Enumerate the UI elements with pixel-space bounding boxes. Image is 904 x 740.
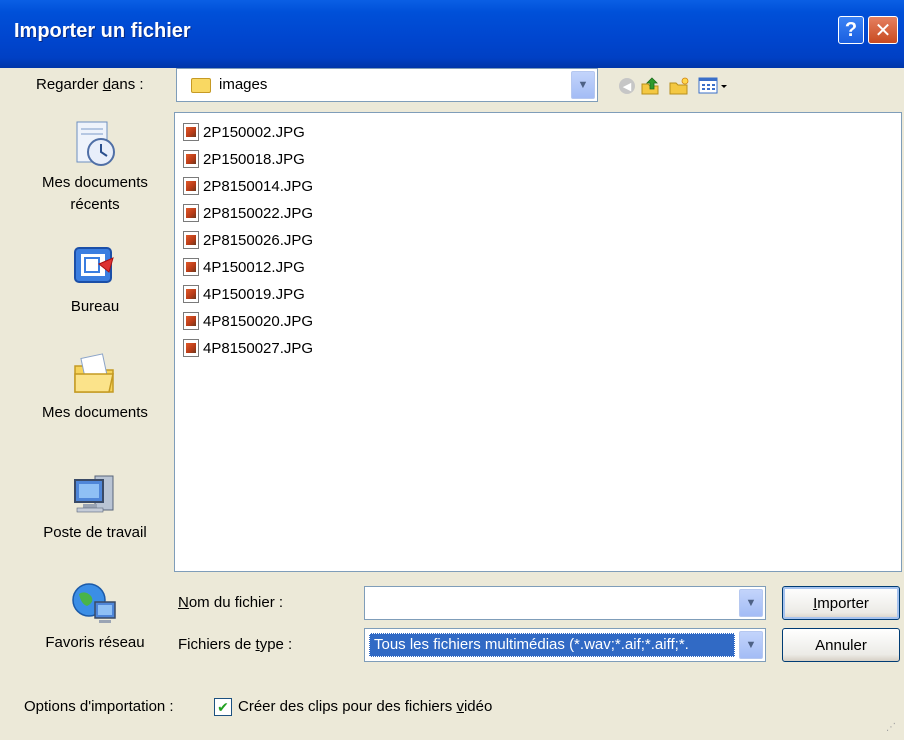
file-list[interactable]: 2P150002.JPG 2P150018.JPG 2P8150014.JPG … [174,112,902,572]
file-name: 2P150018.JPG [203,150,305,168]
lookin-dropdown[interactable]: images ▼ [176,68,598,102]
import-button[interactable]: Importer [782,586,900,620]
chevron-down-icon[interactable]: ▼ [739,589,763,617]
lookin-label: Regarder dans : [36,76,144,93]
jpg-file-icon [183,339,199,357]
place-label: Poste de travail [43,524,147,541]
jpg-file-icon [183,177,199,195]
file-item[interactable]: 4P8150020.JPG [183,308,313,334]
filename-input[interactable]: ▼ [364,586,766,620]
filename-label-accel: N [178,594,189,611]
place-recent-documents[interactable]: Mes documents récents [24,120,166,216]
lookin-value: images [219,76,268,93]
jpg-file-icon [183,150,199,168]
file-name: 4P8150027.JPG [203,339,314,357]
file-name: 4P150012.JPG [203,258,305,276]
jpg-file-icon [183,231,199,249]
filetype-label-part: ype : [259,636,293,653]
filetype-label-part: Fichiers de [178,636,256,653]
import-label: mporter [817,594,869,612]
lookin-label-part: ans : [111,76,144,93]
place-my-computer[interactable]: Poste de travail [24,470,166,544]
jpg-file-icon [183,312,199,330]
lookin-label-part: Regarder [36,76,103,93]
recent-documents-icon [69,120,121,168]
place-label: Bureau [70,298,120,315]
places-bar: Mes documents récents Bureau Mes documen… [24,110,166,670]
filename-label-part: om du fichier : [188,594,284,611]
filetype-label: Fichiers de type : [178,636,292,653]
file-item[interactable]: 2P150018.JPG [183,146,305,172]
my-computer-icon [69,470,121,518]
network-places-icon [69,580,121,628]
close-button[interactable]: ✕ [868,16,898,44]
import-options-label: Options d'importation : [24,698,174,715]
views-menu-icon[interactable] [698,76,730,96]
jpg-file-icon [183,258,199,276]
create-clips-label-part: idéo [463,698,493,715]
file-item[interactable]: 4P150012.JPG [183,254,305,280]
my-documents-icon [69,350,121,398]
file-item[interactable]: 2P8150026.JPG [183,227,313,253]
place-label: Mes documents récents [42,174,148,213]
close-icon: ✕ [874,19,892,42]
checkmark-icon: ✔ [217,698,229,715]
file-name: 2P8150026.JPG [203,231,314,249]
jpg-file-icon [183,285,199,303]
chevron-down-icon[interactable]: ▼ [571,71,595,99]
create-clips-checkbox[interactable]: ✔ [214,698,232,716]
new-folder-icon[interactable] [668,76,690,96]
file-item[interactable]: 2P8150014.JPG [183,173,313,199]
filename-label: Nom du fichier : [178,594,283,611]
place-my-documents[interactable]: Mes documents [24,350,166,424]
chevron-down-icon[interactable]: ▼ [739,631,763,659]
filetype-value: Tous les fichiers multimédias (*.wav;*.a… [369,633,735,657]
filetype-dropdown[interactable]: Tous les fichiers multimédias (*.wav;*.a… [364,628,766,662]
help-button[interactable]: ? [838,16,864,44]
cancel-label: Annuler [815,636,867,654]
jpg-file-icon [183,204,199,222]
up-folder-icon[interactable] [640,76,662,96]
file-item[interactable]: 4P150019.JPG [183,281,305,307]
jpg-file-icon [183,123,199,141]
lookin-label-accel: d [102,76,112,93]
back-icon[interactable]: ◀ [616,76,638,96]
title-bar: Importer un fichier ? ✕ [0,0,904,68]
place-desktop[interactable]: Bureau [24,244,166,318]
file-name: 4P8150020.JPG [203,312,314,330]
window-title: Importer un fichier [14,20,191,42]
file-item[interactable]: 2P150002.JPG [183,119,305,145]
create-clips-label-accel: v [456,698,464,715]
help-icon: ? [844,18,858,41]
create-clips-label[interactable]: Créer des clips pour des fichiers vidéo [238,698,492,715]
place-network[interactable]: Favoris réseau [24,580,166,654]
desktop-icon [69,244,121,292]
file-item[interactable]: 2P8150022.JPG [183,200,313,226]
file-name: 2P8150014.JPG [203,177,314,195]
file-item[interactable]: 4P8150027.JPG [183,335,313,361]
file-name: 2P8150022.JPG [203,204,314,222]
cancel-button[interactable]: Annuler [782,628,900,662]
place-label: Mes documents [42,404,148,421]
create-clips-label-part: Créer des clips pour des fichiers [238,698,457,715]
place-label: Favoris réseau [45,634,145,651]
file-name: 2P150002.JPG [203,123,305,141]
resize-grip-icon[interactable]: ⋰ [886,722,900,736]
file-name: 4P150019.JPG [203,285,305,303]
folder-icon [191,78,211,93]
